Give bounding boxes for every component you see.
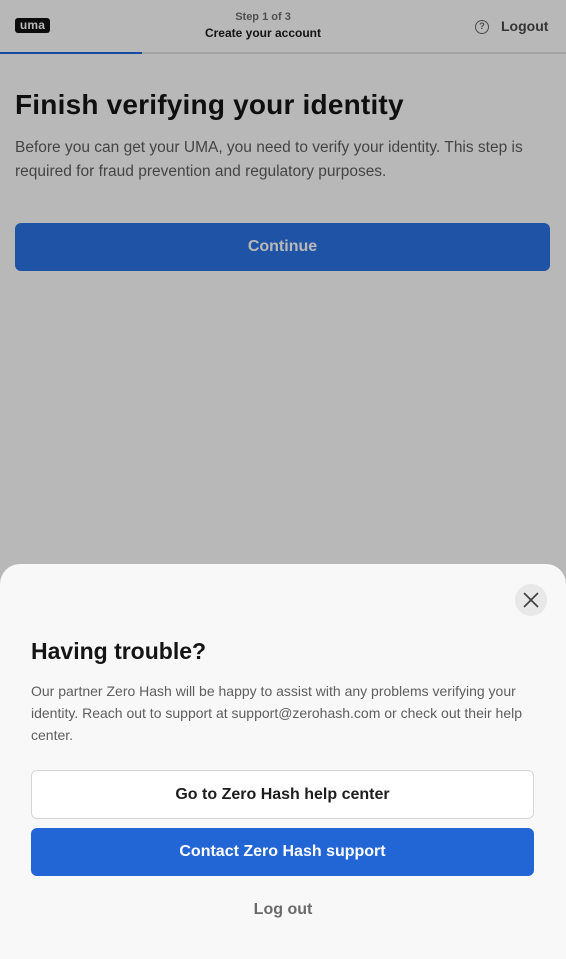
log-out-button[interactable]: Log out — [183, 899, 383, 921]
close-button[interactable] — [515, 584, 547, 616]
close-icon — [523, 592, 539, 608]
sheet-title: Having trouble? — [31, 638, 207, 664]
help-center-button[interactable]: Go to Zero Hash help center — [31, 770, 534, 819]
sheet-description: Our partner Zero Hash will be happy to a… — [31, 683, 522, 743]
contact-support-button[interactable]: Contact Zero Hash support — [31, 828, 534, 876]
